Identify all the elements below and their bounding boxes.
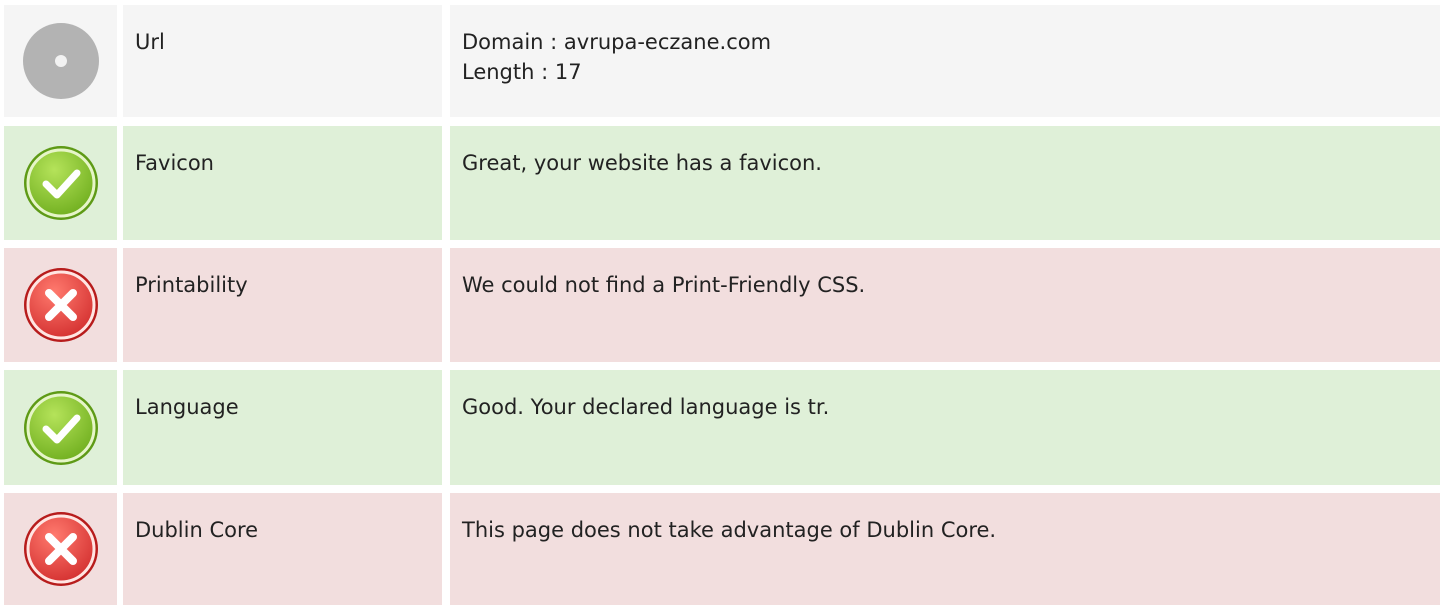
result-row-printability: Printability We could not find a Print-F… [0,248,1451,362]
status-cell [4,5,117,117]
check-name-cell: Printability [123,248,442,362]
result-row-url: Url Domain : avrupa-eczane.com Length : … [0,5,1451,117]
check-result-cell: Great, your website has a favicon. [450,126,1440,240]
check-result-cell: We could not find a Print-Friendly CSS. [450,248,1440,362]
check-result-text: Great, your website has a favicon. [462,151,822,175]
check-name: Dublin Core [135,518,259,542]
check-icon [23,146,98,220]
check-name-cell: Url [123,5,442,117]
status-cell [4,370,117,485]
check-result-text: We could not find a Print-Friendly CSS. [462,273,866,297]
result-row-language: Language Good. Your declared language is… [0,370,1451,485]
check-name-cell: Dublin Core [123,493,442,605]
seo-results-table: Url Domain : avrupa-eczane.com Length : … [0,0,1451,605]
check-result-text: This page does not take advantage of Dub… [462,518,997,542]
check-icon [23,390,98,465]
check-name: Url [135,30,165,54]
cross-icon [23,268,98,342]
url-length-text: Length : 17 [462,60,582,84]
check-result-text: Good. Your declared language is tr. [462,395,830,419]
url-domain-text: Domain : avrupa-eczane.com [462,30,772,54]
neutral-dot-icon [22,23,99,99]
result-row-favicon: Favicon Great, your website has a favico… [0,126,1451,240]
check-result-cell: Domain : avrupa-eczane.com Length : 17 [450,5,1440,117]
check-result-cell: This page does not take advantage of Dub… [450,493,1440,605]
check-name: Favicon [135,151,214,175]
cross-icon [23,512,98,586]
check-name-cell: Favicon [123,126,442,240]
status-cell [4,493,117,605]
status-cell [4,126,117,240]
check-name: Language [135,395,239,419]
result-row-dublin-core: Dublin Core This page does not take adva… [0,493,1451,605]
check-name-cell: Language [123,370,442,485]
check-name: Printability [135,273,248,297]
check-result-cell: Good. Your declared language is tr. [450,370,1440,485]
status-cell [4,248,117,362]
